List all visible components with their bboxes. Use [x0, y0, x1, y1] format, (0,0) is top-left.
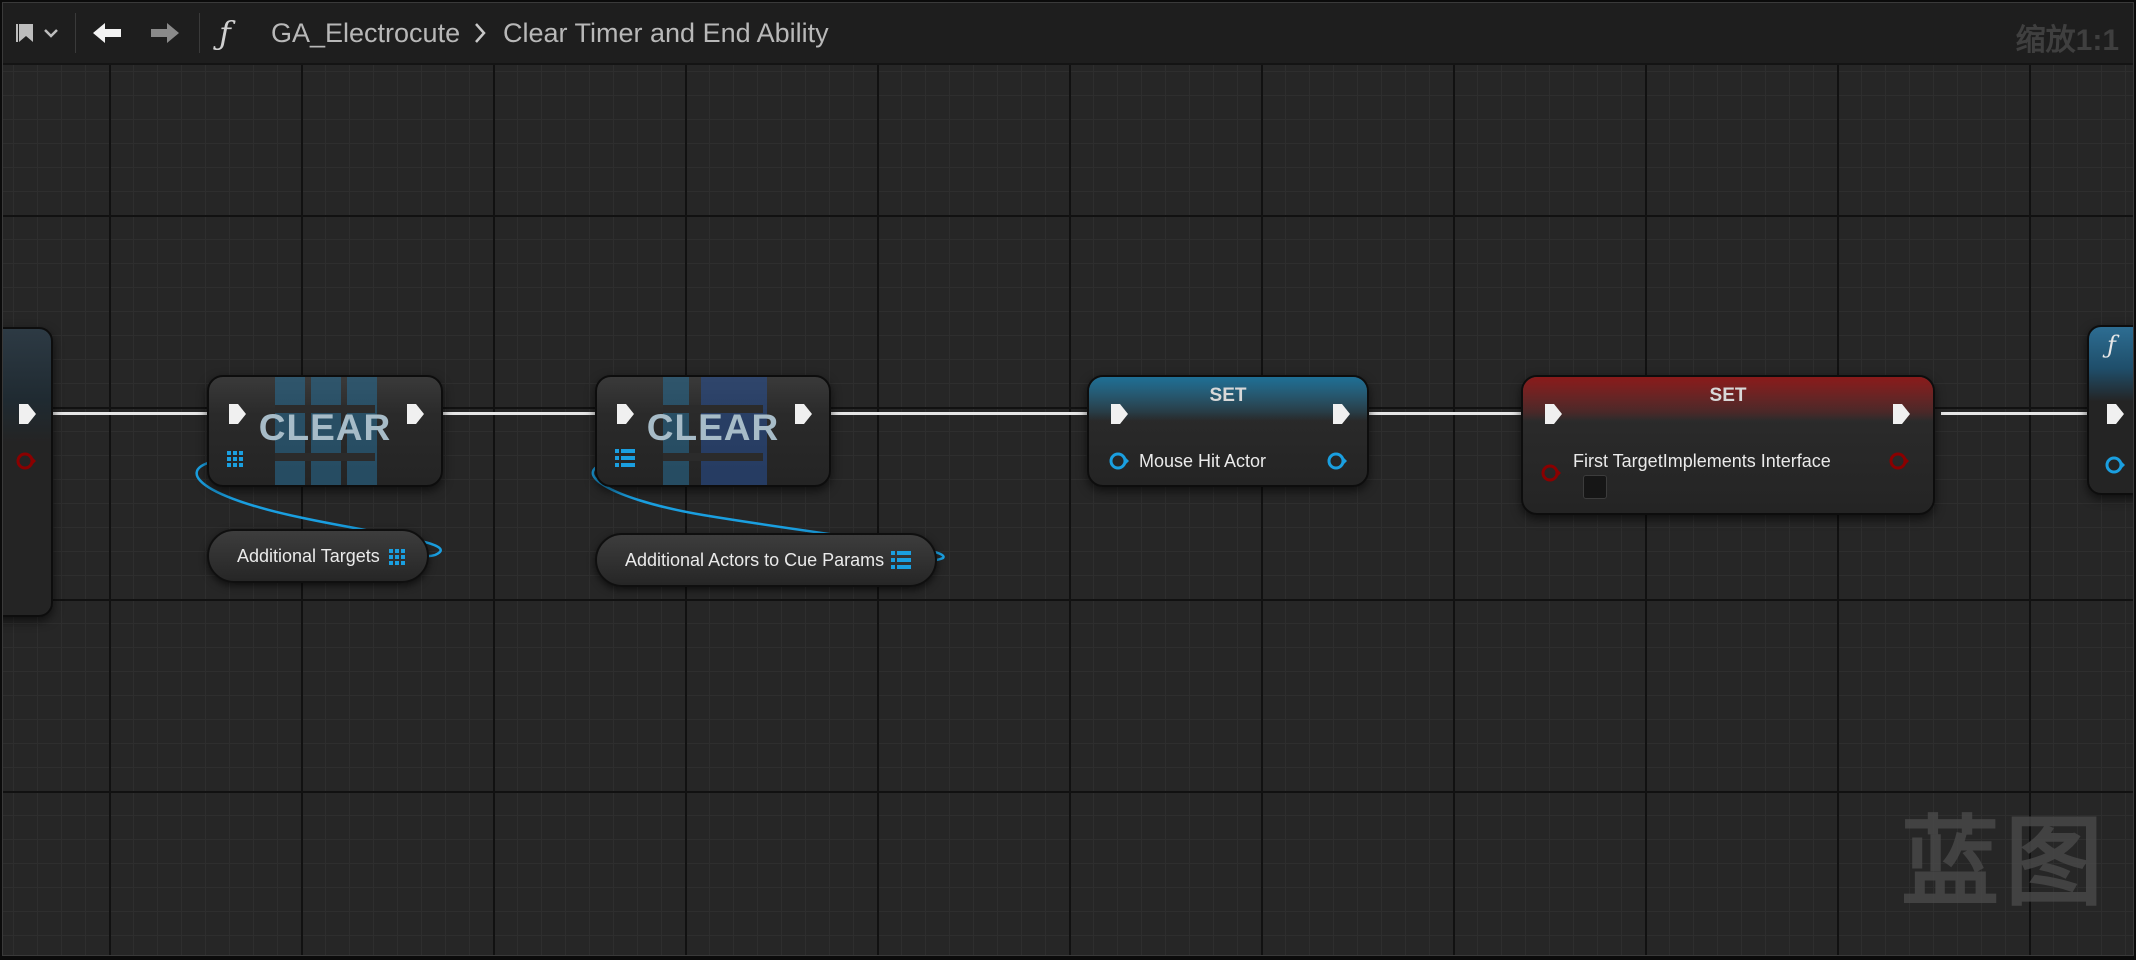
clear-array-node-2[interactable]: CLEAR: [595, 375, 831, 487]
variable-label: Additional Targets: [237, 546, 380, 566]
variable-getter-additional-actors[interactable]: Additional Actors to Cue Params: [595, 533, 937, 587]
bool-checkbox[interactable]: [1583, 475, 1607, 499]
exec-in-pin[interactable]: [1109, 403, 1129, 425]
exec-out-pin[interactable]: [17, 403, 37, 425]
bool-pin[interactable]: [15, 451, 36, 471]
node-title: SET: [1209, 385, 1247, 406]
variable-label: Additional Actors to Cue Params: [625, 550, 885, 570]
exec-out-pin[interactable]: [793, 403, 813, 425]
exec-in-pin[interactable]: [615, 403, 635, 425]
object-pin-in[interactable]: [2105, 455, 2127, 475]
variable-getter-additional-targets[interactable]: Additional Targets: [207, 529, 429, 583]
blueprint-watermark: 蓝图: [1900, 807, 2109, 917]
object-pin-out[interactable]: [1327, 451, 1349, 471]
pin-label: First TargetImplements Interface: [1573, 451, 1831, 471]
exec-in-pin[interactable]: [2105, 403, 2125, 425]
object-pin-in[interactable]: [1109, 451, 1131, 471]
function-call-node[interactable]: ƒ: [2087, 325, 2133, 495]
exec-out-pin[interactable]: [405, 403, 425, 425]
node-title: SET: [1709, 385, 1747, 406]
clear-array-node-1[interactable]: CLEAR: [207, 375, 443, 487]
set-first-target-node[interactable]: SET First TargetImplements Interface: [1521, 375, 1935, 515]
array-grid-icon[interactable]: [227, 451, 243, 467]
function-icon: ƒ: [2107, 331, 2116, 359]
exec-in-pin[interactable]: [227, 403, 247, 425]
bool-pin-out[interactable]: [1889, 451, 1911, 471]
blueprint-editor: ƒ GA_Electrocute Clear Timer and End Abi…: [2, 2, 2134, 956]
pin-label: Mouse Hit Actor: [1139, 451, 1267, 471]
entry-node[interactable]: [3, 327, 53, 617]
array-list-icon[interactable]: [891, 551, 911, 571]
exec-out-pin[interactable]: [1891, 403, 1911, 425]
array-grid-icon[interactable]: [389, 549, 405, 565]
exec-out-pin[interactable]: [1331, 403, 1351, 425]
array-list-icon[interactable]: [615, 449, 635, 469]
set-mouse-hit-actor-node[interactable]: SET Mouse Hit Actor: [1087, 375, 1369, 487]
exec-in-pin[interactable]: [1543, 403, 1563, 425]
bool-pin-in[interactable]: [1541, 463, 1563, 483]
